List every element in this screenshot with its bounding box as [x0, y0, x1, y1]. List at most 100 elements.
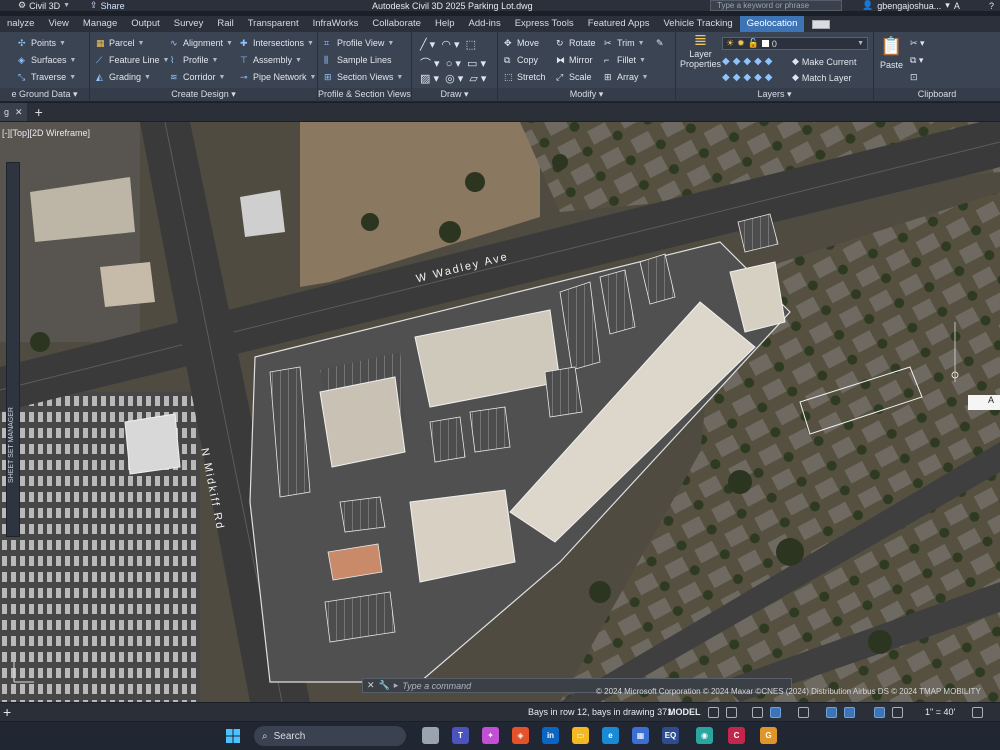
model-space-button[interactable]: MODEL	[668, 707, 701, 717]
add-layout-icon[interactable]: +	[3, 704, 11, 720]
rotate-button[interactable]: ↻ Rotate	[556, 38, 596, 48]
panel-title[interactable]: Profile & Section Views	[318, 88, 411, 101]
close-icon[interactable]: ✕	[367, 680, 375, 691]
section-views-button[interactable]: ⊞ Section Views ▼	[324, 72, 403, 82]
viewport-controls[interactable]: [-][Top][2D Wireframe]	[2, 128, 90, 138]
workspace-switcher[interactable]: ⚙ Civil 3D ▼	[18, 0, 70, 11]
help-icon[interactable]: ?	[989, 1, 994, 11]
civil3d-icon[interactable]: C	[728, 727, 745, 744]
assembly-button[interactable]: ⊤ Assembly ▼	[240, 55, 302, 65]
panel-title[interactable]: Draw ▾	[412, 88, 497, 101]
feature-line-button[interactable]: ⟋ Feature Line ▼	[96, 55, 169, 65]
panel-title[interactable]: e Ground Data ▾	[0, 88, 89, 101]
user-account[interactable]: 👤 gbengajoshua... ▾ A	[862, 0, 960, 11]
tab-add-ins[interactable]: Add-ins	[462, 16, 508, 32]
intersections-button[interactable]: ✚ Intersections ▼	[240, 38, 314, 48]
wrench-icon[interactable]: 🔧	[379, 680, 390, 691]
close-icon[interactable]: ✕	[15, 107, 23, 118]
layer-dropdown[interactable]: ☀ ✹ 🔓 0 ▼	[722, 37, 868, 50]
tab-rail[interactable]: Rail	[210, 16, 240, 32]
tab-help[interactable]: Help	[428, 16, 462, 32]
annotation-visibility-icon[interactable]	[874, 707, 885, 718]
store-icon[interactable]: ▦	[632, 727, 649, 744]
tab-featured-apps[interactable]: Featured Apps	[581, 16, 657, 32]
panel-title[interactable]: Modify ▾	[498, 88, 675, 101]
edge-icon[interactable]: e	[602, 727, 619, 744]
trim-button[interactable]: ✂ Trim ▼	[604, 38, 645, 48]
brave-icon[interactable]: ◈	[512, 727, 529, 744]
fillet-button[interactable]: ⌐ Fillet ▼	[604, 55, 646, 65]
tab-manage[interactable]: Manage	[76, 16, 124, 32]
tab-vehicle-tracking[interactable]: Vehicle Tracking	[656, 16, 739, 32]
traverse-button[interactable]: ⤡ Traverse ▼	[18, 72, 76, 82]
layer-tools-row-2[interactable]: ◆◆◆◆◆	[722, 72, 775, 83]
grid-icon[interactable]	[708, 707, 719, 718]
linkedin-icon[interactable]: in	[542, 727, 559, 744]
tab-transparent[interactable]: Transparent	[241, 16, 306, 32]
corridor-button[interactable]: ≋ Corridor ▼	[170, 72, 225, 82]
sheet-set-manager-palette[interactable]: SHEET SET MANAGER	[6, 162, 20, 537]
command-input[interactable]: Type a command	[402, 681, 471, 691]
tab-survey[interactable]: Survey	[167, 16, 211, 32]
tab-geolocation[interactable]: Geolocation	[739, 16, 805, 32]
array-button[interactable]: ⊞ Array ▼	[604, 72, 648, 82]
scale-button[interactable]: ⤢ Scale	[556, 72, 592, 82]
alignment-button[interactable]: ∿ Alignment ▼	[170, 38, 233, 48]
tab-collaborate[interactable]: Collaborate	[365, 16, 428, 32]
tab-express-tools[interactable]: Express Tools	[508, 16, 581, 32]
surfaces-button[interactable]: ◈ Surfaces ▼	[18, 55, 76, 65]
panel-title[interactable]: Clipboard	[874, 88, 1000, 101]
tab-analyze[interactable]: nalyze	[0, 16, 41, 32]
polyline-tool-icon[interactable]: ⌒ ▾ ○ ▾ ▭ ▾	[420, 55, 486, 71]
grading-button[interactable]: ◭ Grading ▼	[96, 72, 151, 82]
copy-clip-icon[interactable]: ⧉ ▾	[910, 55, 923, 66]
share-button[interactable]: ⇪ Share	[90, 0, 125, 11]
move-button[interactable]: ✥ Move	[504, 38, 539, 48]
drawing-canvas[interactable]: [-][Top][2D Wireframe] W Wadley Ave N Mi…	[0, 122, 1000, 702]
teams-icon[interactable]: T	[452, 727, 469, 744]
cut-icon[interactable]: ✂ ▾	[910, 38, 925, 49]
paste-button[interactable]: 📋 Paste	[880, 36, 903, 70]
line-tool-icon[interactable]: ╱ ▾ ◠ ▾ ⬚	[420, 38, 476, 51]
keyword-search-input[interactable]: Type a keyword or phrase	[710, 0, 842, 11]
stretch-button[interactable]: ⬚ Stretch	[504, 72, 546, 82]
annotation-scale[interactable]: 1" = 40'	[925, 707, 955, 717]
cart-icon[interactable]: ▾	[945, 0, 950, 11]
eq-app-icon[interactable]: EQ	[662, 727, 679, 744]
parcel-button[interactable]: ▦ Parcel ▼	[96, 38, 144, 48]
taskbar-search[interactable]: ⌕ Search	[254, 726, 406, 746]
sample-lines-button[interactable]: ⫼ Sample Lines	[324, 55, 392, 65]
file-explorer-icon[interactable]: ▭	[572, 727, 589, 744]
document-tab[interactable]: g ✕	[0, 103, 27, 121]
task-view-icon[interactable]	[422, 727, 439, 744]
layer-properties-button[interactable]: ≣ Layer Properties	[680, 33, 721, 70]
settings-icon[interactable]	[972, 707, 983, 718]
osnap-icon[interactable]	[798, 707, 809, 718]
profile-view-button[interactable]: ⌗ Profile View ▼	[324, 38, 394, 48]
make-current-button[interactable]: ◆ Make Current	[792, 56, 856, 67]
windows-start-icon[interactable]	[226, 729, 240, 743]
panel-title[interactable]: Create Design ▾	[90, 88, 317, 101]
copilot-icon[interactable]: ✦	[482, 727, 499, 744]
points-button[interactable]: ✣ Points ▼	[18, 38, 66, 48]
tab-output[interactable]: Output	[124, 16, 167, 32]
ribbon-toggle-button[interactable]	[812, 19, 831, 29]
app-icon-g[interactable]: G	[760, 727, 777, 744]
ortho-icon[interactable]	[752, 707, 763, 718]
pencil-icon[interactable]: ✎	[656, 38, 664, 49]
autodesk-app-icon[interactable]: A	[954, 1, 960, 11]
hatch-tool-icon[interactable]: ▨ ▾ ◎ ▾ ▱ ▾	[420, 72, 486, 85]
tab-infraworks[interactable]: InfraWorks	[306, 16, 366, 32]
snap-icon[interactable]	[726, 707, 737, 718]
profile-button[interactable]: ⌇ Profile ▼	[170, 55, 218, 65]
lineweight-icon[interactable]	[826, 707, 837, 718]
new-tab-icon[interactable]: +	[35, 104, 43, 120]
mirror-button[interactable]: ⧓ Mirror	[556, 55, 593, 65]
chrome-icon[interactable]: ◉	[696, 727, 713, 744]
tab-view[interactable]: View	[41, 16, 75, 32]
polar-tracking-icon[interactable]	[770, 707, 781, 718]
pipe-network-button[interactable]: ⊸ Pipe Network ▼	[240, 72, 316, 82]
match-layer-button[interactable]: ◆ Match Layer	[792, 72, 851, 83]
selection-cycling-icon[interactable]	[844, 707, 855, 718]
panel-title[interactable]: Layers ▾	[676, 88, 873, 101]
